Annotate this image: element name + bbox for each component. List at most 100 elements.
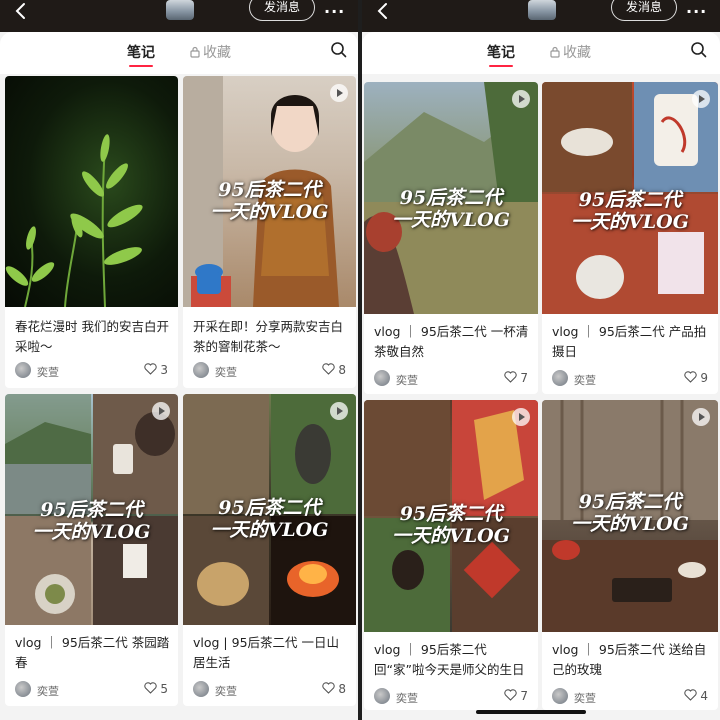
overlay-line-2: 一天的VLOG bbox=[210, 200, 329, 223]
like-button[interactable]: 9 bbox=[684, 371, 708, 385]
cover-overlay-text: 95后茶二代 一天的VLOG bbox=[183, 497, 356, 542]
author-avatar[interactable] bbox=[193, 681, 209, 697]
overlay-line-1: 95后茶二代 bbox=[218, 179, 321, 201]
note-title: vlog ｜ 95后茶二代 茶园踏春 bbox=[15, 635, 170, 670]
note-title: vlog ｜ 95后茶二代 回“家”啦今天是师父的生日 bbox=[374, 642, 525, 677]
lock-icon bbox=[189, 46, 201, 58]
profile-avatar[interactable] bbox=[166, 0, 194, 20]
send-message-button[interactable]: 发消息 bbox=[611, 0, 677, 21]
author-avatar[interactable] bbox=[15, 362, 31, 378]
tea-plant-illustration bbox=[5, 134, 143, 307]
heart-icon bbox=[504, 689, 518, 701]
play-icon bbox=[692, 90, 710, 108]
like-count: 7 bbox=[520, 689, 528, 703]
heart-icon bbox=[684, 371, 698, 383]
play-icon bbox=[152, 402, 170, 420]
like-button[interactable]: 8 bbox=[322, 682, 346, 696]
like-button[interactable]: 7 bbox=[504, 689, 528, 703]
top-bar: 发消息 ··· bbox=[362, 0, 720, 32]
search-icon[interactable] bbox=[690, 41, 708, 59]
like-button[interactable]: 8 bbox=[322, 363, 346, 377]
tab-notes[interactable]: 笔记 bbox=[487, 42, 515, 67]
author-name[interactable]: 奕萱 bbox=[574, 690, 596, 706]
note-card[interactable]: 95后茶二代 一天的VLOG vlog ｜ 95后茶二代 产品拍摄日 奕萱 9 bbox=[542, 82, 718, 394]
back-icon[interactable] bbox=[12, 2, 30, 22]
more-icon[interactable]: ··· bbox=[324, 2, 345, 21]
like-button[interactable]: 5 bbox=[144, 682, 168, 696]
send-message-button[interactable]: 发消息 bbox=[249, 0, 315, 21]
heart-icon bbox=[322, 682, 336, 694]
author-avatar[interactable] bbox=[374, 370, 390, 386]
note-card[interactable]: 95后茶二代 一天的VLOG vlog ｜ 95后茶二代 茶园踏春 奕萱 5 bbox=[5, 394, 178, 706]
note-title: vlog ｜ 95后茶二代 一杯清茶敬自然 bbox=[374, 324, 529, 359]
play-icon bbox=[330, 84, 348, 102]
tab-active-indicator bbox=[489, 65, 513, 67]
author-avatar[interactable] bbox=[552, 688, 568, 704]
overlay-line-2: 一天的VLOG bbox=[210, 518, 329, 541]
home-indicator bbox=[476, 710, 586, 714]
left-screen: 发消息 ··· 笔记 收藏 春花烂漫时 我们的安吉白开采啦～ 奕萱 3 95后茶… bbox=[0, 0, 358, 720]
tab-favorites-label: 收藏 bbox=[563, 45, 591, 61]
note-cover-image: 95后茶二代 一天的VLOG bbox=[183, 394, 356, 625]
overlay-line-2: 一天的VLOG bbox=[571, 512, 689, 535]
heart-icon bbox=[144, 363, 158, 375]
overlay-line-2: 一天的VLOG bbox=[392, 208, 510, 231]
like-count: 8 bbox=[338, 682, 346, 696]
profile-avatar[interactable] bbox=[528, 0, 556, 20]
play-icon bbox=[512, 90, 530, 108]
note-title: 开采在即！分享两款安吉白茶的窨制花茶～ bbox=[193, 319, 344, 354]
note-cover-image: 95后茶二代 一天的VLOG bbox=[364, 82, 538, 314]
author-name[interactable]: 奕萱 bbox=[37, 683, 59, 699]
author-avatar[interactable] bbox=[193, 362, 209, 378]
author-name[interactable]: 奕萱 bbox=[215, 364, 237, 380]
author-name[interactable]: 奕萱 bbox=[396, 690, 418, 706]
play-icon bbox=[692, 408, 710, 426]
like-count: 4 bbox=[700, 689, 708, 703]
note-cover-image bbox=[5, 76, 178, 307]
note-title: vlog ｜ 95后茶二代 送给自己的玫瑰 bbox=[552, 642, 707, 677]
author-avatar[interactable] bbox=[552, 370, 568, 386]
heart-icon bbox=[322, 363, 336, 375]
tab-favorites[interactable]: 收藏 bbox=[189, 42, 231, 62]
note-card[interactable]: 95后茶二代 一天的VLOG vlog | 95后茶二代 一日山居生活 奕萱 8 bbox=[183, 394, 356, 706]
author-avatar[interactable] bbox=[374, 688, 390, 704]
note-card[interactable]: 95后茶二代 一天的VLOG vlog ｜ 95后茶二代 回“家”啦今天是师父的… bbox=[364, 400, 538, 710]
cover-overlay-text: 95后茶二代 一天的VLOG bbox=[183, 179, 356, 224]
tab-bar: 笔记 收藏 bbox=[0, 32, 358, 74]
tab-favorites[interactable]: 收藏 bbox=[549, 42, 591, 62]
lock-icon bbox=[549, 46, 561, 58]
play-icon bbox=[330, 402, 348, 420]
note-cover-image: 95后茶二代 一天的VLOG bbox=[5, 394, 178, 625]
cover-overlay-text: 95后茶二代 一天的VLOG bbox=[542, 189, 718, 234]
author-name[interactable]: 奕萱 bbox=[574, 372, 596, 388]
tab-notes-label: 笔记 bbox=[127, 45, 155, 61]
like-button[interactable]: 7 bbox=[504, 371, 528, 385]
note-cover-image: 95后茶二代 一天的VLOG bbox=[542, 82, 718, 314]
overlay-line-1: 95后茶二代 bbox=[578, 189, 682, 211]
back-icon[interactable] bbox=[374, 2, 392, 22]
author-avatar[interactable] bbox=[15, 681, 31, 697]
search-icon[interactable] bbox=[330, 41, 348, 59]
like-button[interactable]: 4 bbox=[684, 689, 708, 703]
like-count: 9 bbox=[700, 371, 708, 385]
note-cover-image: 95后茶二代 一天的VLOG bbox=[183, 76, 356, 307]
author-name[interactable]: 奕萱 bbox=[215, 683, 237, 699]
note-cover-image: 95后茶二代 一天的VLOG bbox=[542, 400, 718, 632]
author-name[interactable]: 奕萱 bbox=[396, 372, 418, 388]
note-card[interactable]: 春花烂漫时 我们的安吉白开采啦～ 奕萱 3 bbox=[5, 76, 178, 388]
play-icon bbox=[512, 408, 530, 426]
tab-notes[interactable]: 笔记 bbox=[127, 42, 155, 67]
heart-icon bbox=[684, 689, 698, 701]
note-card[interactable]: 95后茶二代 一天的VLOG vlog ｜ 95后茶二代 一杯清茶敬自然 奕萱 … bbox=[364, 82, 538, 394]
author-name[interactable]: 奕萱 bbox=[37, 364, 59, 380]
right-screen: 发消息 ··· 笔记 收藏 95后茶二代 一天的VLOG vlog ｜ 95后茶… bbox=[362, 0, 720, 720]
top-bar: 发消息 ··· bbox=[0, 0, 358, 32]
heart-icon bbox=[144, 682, 158, 694]
like-count: 3 bbox=[160, 363, 168, 377]
more-icon[interactable]: ··· bbox=[686, 2, 707, 21]
note-card[interactable]: 95后茶二代 一天的VLOG vlog ｜ 95后茶二代 送给自己的玫瑰 奕萱 … bbox=[542, 400, 718, 710]
note-card[interactable]: 95后茶二代 一天的VLOG 开采在即！分享两款安吉白茶的窨制花茶～ 奕萱 8 bbox=[183, 76, 356, 388]
overlay-line-1: 95后茶二代 bbox=[578, 491, 682, 513]
like-button[interactable]: 3 bbox=[144, 363, 168, 377]
note-cover-image: 95后茶二代 一天的VLOG bbox=[364, 400, 538, 632]
